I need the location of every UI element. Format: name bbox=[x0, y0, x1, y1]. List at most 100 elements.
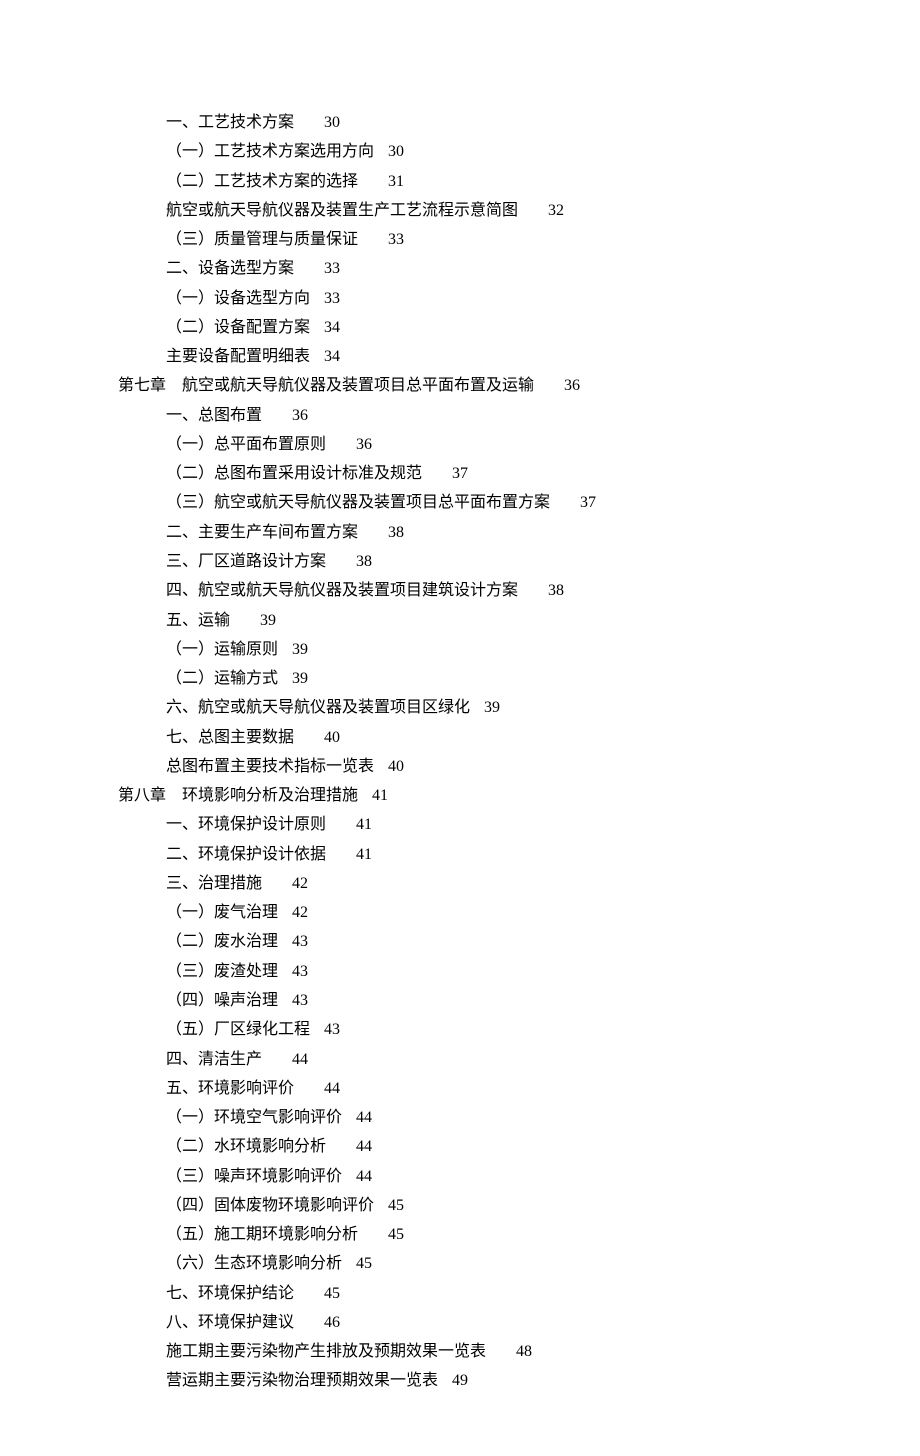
toc-entry-page: 40 bbox=[388, 752, 404, 781]
toc-entry-page: 44 bbox=[356, 1132, 372, 1161]
toc-row: 一、工艺技术方案30 bbox=[118, 108, 920, 137]
toc-entry-title: 三、厂区道路设计方案 bbox=[166, 547, 326, 576]
toc-row: （二）工艺技术方案的选择 31 bbox=[118, 167, 920, 196]
toc-entry-title: （一）设备选型方向 bbox=[166, 284, 310, 313]
toc-row: 主要设备配置明细表34 bbox=[118, 342, 920, 371]
toc-entry-page: 34 bbox=[324, 313, 340, 342]
toc-entry-title: （二）废水治理 bbox=[166, 927, 278, 956]
toc-entry-title: 总图布置主要技术指标一览表 bbox=[166, 752, 374, 781]
toc-entry-page: 38 bbox=[548, 576, 564, 605]
toc-entry-page: 33 bbox=[324, 284, 340, 313]
toc-entry-title: （二）工艺技术方案的选择 bbox=[166, 167, 358, 196]
toc-row: （二）废水治理 43 bbox=[118, 927, 920, 956]
toc-entry-title: （三）质量管理与质量保证 bbox=[166, 225, 358, 254]
toc-entry-title: 五、运输 bbox=[166, 606, 230, 635]
toc-entry-title: 二、主要生产车间布置方案 bbox=[166, 518, 358, 547]
toc-entry-page: 45 bbox=[388, 1220, 404, 1249]
toc-entry-page: 39 bbox=[260, 606, 276, 635]
toc-row: 四、清洁生产44 bbox=[118, 1045, 920, 1074]
toc-row: 施工期主要污染物产生排放及预期效果一览表 48 bbox=[118, 1337, 920, 1366]
toc-entry-page: 44 bbox=[356, 1103, 372, 1132]
toc-entry-page: 38 bbox=[356, 547, 372, 576]
toc-entry-title: 七、环境保护结论 bbox=[166, 1279, 294, 1308]
toc-entry-page: 43 bbox=[292, 927, 308, 956]
toc-row: （三）废渣处理43 bbox=[118, 957, 920, 986]
toc-entry-page: 39 bbox=[292, 664, 308, 693]
toc-entry-page: 49 bbox=[452, 1366, 468, 1395]
toc-entry-title: （三）航空或航天导航仪器及装置项目总平面布置方案 bbox=[166, 488, 550, 517]
toc-entry-page: 45 bbox=[388, 1191, 404, 1220]
toc-row: 四、航空或航天导航仪器及装置项目建筑设计方案38 bbox=[118, 576, 920, 605]
toc-entry-page: 41 bbox=[356, 840, 372, 869]
toc-row: 营运期主要污染物治理预期效果一览表 49 bbox=[118, 1366, 920, 1395]
toc-entry-page: 44 bbox=[324, 1074, 340, 1103]
toc-entry-page: 48 bbox=[516, 1337, 532, 1366]
toc-entry-page: 46 bbox=[324, 1308, 340, 1337]
toc-entry-title: （一）废气治理 bbox=[166, 898, 278, 927]
toc-row: 五、运输 39 bbox=[118, 606, 920, 635]
toc-row: （六）生态环境影响分析 45 bbox=[118, 1249, 920, 1278]
toc-row: （一）工艺技术方案选用方向30 bbox=[118, 137, 920, 166]
toc-row: （四）噪声治理43 bbox=[118, 986, 920, 1015]
toc-row: 七、环境保护结论 45 bbox=[118, 1279, 920, 1308]
toc-entry-title: 营运期主要污染物治理预期效果一览表 bbox=[166, 1366, 438, 1395]
toc-entry-page: 43 bbox=[292, 957, 308, 986]
toc-row: 七、总图主要数据40 bbox=[118, 723, 920, 752]
toc-entry-title: （六）生态环境影响分析 bbox=[166, 1249, 342, 1278]
toc-entry-title: 施工期主要污染物产生排放及预期效果一览表 bbox=[166, 1337, 486, 1366]
toc-entry-title: （二）总图布置采用设计标准及规范 bbox=[166, 459, 422, 488]
toc-entry-title: （二）设备配置方案 bbox=[166, 313, 310, 342]
toc-entry-title: 三、治理措施 bbox=[166, 869, 262, 898]
toc-entry-title: （一）环境空气影响评价 bbox=[166, 1103, 342, 1132]
toc-entry-page: 33 bbox=[388, 225, 404, 254]
toc-entry-page: 33 bbox=[324, 254, 340, 283]
toc-entry-page: 37 bbox=[580, 488, 596, 517]
toc-row: 一、总图布置36 bbox=[118, 401, 920, 430]
toc-entry-title: （三）噪声环境影响评价 bbox=[166, 1162, 342, 1191]
toc-row: （五）厂区绿化工程 43 bbox=[118, 1015, 920, 1044]
toc-entry-title: （五）厂区绿化工程 bbox=[166, 1015, 310, 1044]
toc-row: （一）废气治理 42 bbox=[118, 898, 920, 927]
toc-row: （三）航空或航天导航仪器及装置项目总平面布置方案 37 bbox=[118, 488, 920, 517]
toc-entry-page: 36 bbox=[356, 430, 372, 459]
toc-entry-page: 44 bbox=[356, 1162, 372, 1191]
toc-row: 六、航空或航天导航仪器及装置项目区绿化39 bbox=[118, 693, 920, 722]
toc-entry-page: 41 bbox=[372, 781, 388, 810]
toc-row: 总图布置主要技术指标一览表 40 bbox=[118, 752, 920, 781]
toc-entry-page: 44 bbox=[292, 1045, 308, 1074]
toc-entry-title: 二、环境保护设计依据 bbox=[166, 840, 326, 869]
toc-entry-page: 36 bbox=[564, 371, 580, 400]
toc-entry-title: （四）固体废物环境影响评价 bbox=[166, 1191, 374, 1220]
toc-entry-title: （二）运输方式 bbox=[166, 664, 278, 693]
toc-entry-page: 30 bbox=[388, 137, 404, 166]
toc-row: 二、主要生产车间布置方案 38 bbox=[118, 518, 920, 547]
toc-entry-title: 五、环境影响评价 bbox=[166, 1074, 294, 1103]
toc-row: （一）设备选型方向 33 bbox=[118, 284, 920, 313]
toc-entry-title: 一、工艺技术方案 bbox=[166, 108, 294, 137]
toc-entry-page: 38 bbox=[388, 518, 404, 547]
toc-row: 二、环境保护设计依据 41 bbox=[118, 840, 920, 869]
toc-entry-title: 一、环境保护设计原则 bbox=[166, 810, 326, 839]
toc-row: 二、设备选型方案 33 bbox=[118, 254, 920, 283]
toc-row: （一）环境空气影响评价 44 bbox=[118, 1103, 920, 1132]
table-of-contents: 一、工艺技术方案30（一）工艺技术方案选用方向30（二）工艺技术方案的选择31航… bbox=[0, 108, 920, 1396]
toc-row: （二）设备配置方案 34 bbox=[118, 313, 920, 342]
toc-row: 第八章 环境影响分析及治理措施 41 bbox=[118, 781, 920, 810]
toc-entry-page: 31 bbox=[388, 167, 404, 196]
toc-entry-page: 45 bbox=[356, 1249, 372, 1278]
toc-row: 一、环境保护设计原则41 bbox=[118, 810, 920, 839]
toc-row: （三）噪声环境影响评价 44 bbox=[118, 1162, 920, 1191]
toc-entry-title: 主要设备配置明细表 bbox=[166, 342, 310, 371]
toc-entry-page: 32 bbox=[548, 196, 564, 225]
toc-row: （二）总图布置采用设计标准及规范37 bbox=[118, 459, 920, 488]
toc-entry-title: 第八章 环境影响分析及治理措施 bbox=[118, 781, 358, 810]
toc-entry-title: 二、设备选型方案 bbox=[166, 254, 294, 283]
toc-entry-page: 43 bbox=[324, 1015, 340, 1044]
toc-entry-title: （一）总平面布置原则 bbox=[166, 430, 326, 459]
toc-row: （二）运输方式 39 bbox=[118, 664, 920, 693]
toc-entry-page: 45 bbox=[324, 1279, 340, 1308]
toc-entry-page: 40 bbox=[324, 723, 340, 752]
toc-entry-title: 八、环境保护建议 bbox=[166, 1308, 294, 1337]
toc-entry-page: 42 bbox=[292, 898, 308, 927]
toc-row: 第七章 航空或航天导航仪器及装置项目总平面布置及运输36 bbox=[118, 371, 920, 400]
